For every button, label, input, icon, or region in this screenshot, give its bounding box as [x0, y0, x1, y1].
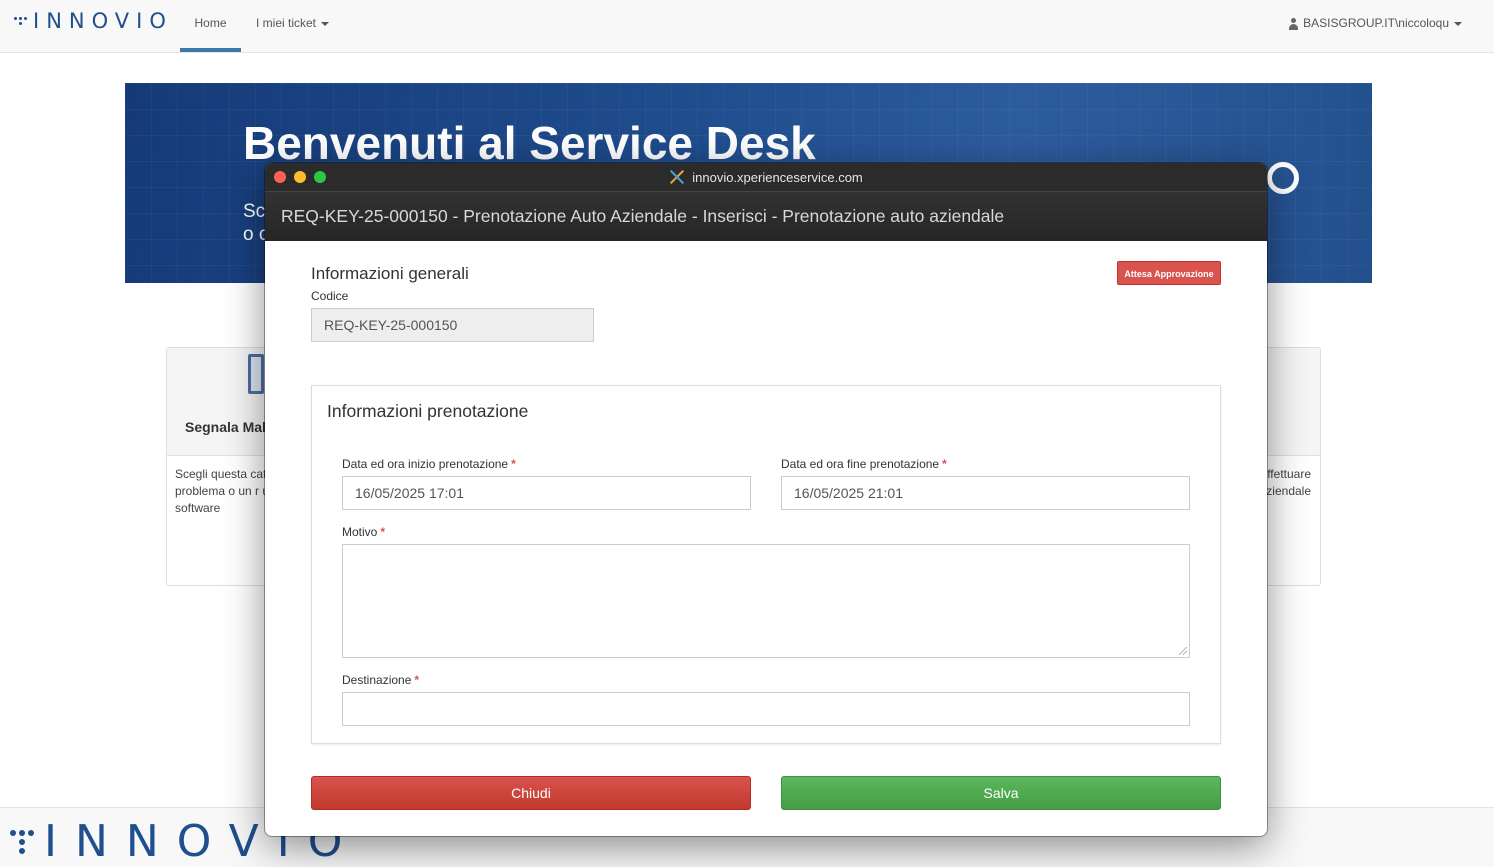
user-name: BASISGROUP.IT\niccoloqu: [1303, 16, 1449, 30]
logo-text: INNOVIO: [33, 9, 173, 33]
booking-modal-window: innovio.xperienceservice.com REQ-KEY-25-…: [265, 163, 1267, 836]
window-url: innovio.xperienceservice.com: [692, 169, 863, 185]
caret-down-icon: [321, 21, 330, 26]
start-datetime-label: Data ed ora inizio prenotazione *: [342, 457, 516, 471]
logo-dots-icon: [10, 830, 34, 854]
window-titlebar[interactable]: innovio.xperienceservice.com: [265, 163, 1267, 191]
status-badge: Attesa Approvazione: [1117, 261, 1221, 285]
nav-home-active-indicator: [180, 48, 241, 52]
modal-title: REQ-KEY-25-000150 - Prenotazione Auto Az…: [281, 206, 1005, 226]
xperience-site-icon: [669, 170, 685, 184]
card-description: effettuare aziendale: [1260, 466, 1311, 500]
reason-textarea[interactable]: [342, 544, 1190, 658]
logo-dots-icon: [14, 17, 27, 25]
code-label: Codice: [311, 289, 349, 303]
resize-grip-icon[interactable]: [1179, 647, 1187, 655]
destination-label: Destinazione *: [342, 673, 420, 687]
destination-input[interactable]: [342, 692, 1190, 726]
card-description-line2: aziendale: [1259, 484, 1311, 498]
end-datetime-input[interactable]: 16/05/2025 21:01: [781, 476, 1190, 510]
modal-header: REQ-KEY-25-000150 - Prenotazione Auto Az…: [265, 191, 1267, 241]
hero-ring-icon: [1267, 162, 1299, 194]
innovio-logo[interactable]: INNOVIO: [14, 8, 173, 34]
card-description-line1: effettuare: [1260, 467, 1311, 481]
code-field: REQ-KEY-25-000150: [311, 308, 594, 342]
top-navbar: INNOVIO Home I miei ticket BASISGROUP.IT…: [0, 0, 1494, 53]
report-document-icon: [248, 354, 264, 394]
user-icon: [1288, 17, 1299, 30]
nav-my-tickets-label: I miei ticket: [256, 16, 317, 30]
close-button[interactable]: Chiudi: [311, 776, 751, 810]
required-asterisk: *: [511, 457, 516, 471]
hero-title: Benvenuti al Service Desk: [243, 117, 816, 169]
nav-my-tickets-dropdown[interactable]: I miei ticket: [256, 0, 330, 53]
booking-info-heading: Informazioni prenotazione: [327, 401, 529, 421]
required-asterisk: *: [414, 673, 420, 687]
required-asterisk: *: [942, 457, 947, 471]
card-title: Segnala Mal: [185, 419, 266, 435]
end-datetime-label: Data ed ora fine prenotazione *: [781, 457, 947, 471]
reason-label: Motivo *: [342, 525, 386, 539]
nav-home[interactable]: Home: [180, 0, 241, 53]
user-menu-dropdown[interactable]: BASISGROUP.IT\niccoloqu: [1288, 0, 1462, 47]
start-datetime-input[interactable]: 16/05/2025 17:01: [342, 476, 751, 510]
window-url-area: innovio.xperienceservice.com: [265, 163, 1267, 191]
general-info-heading: Informazioni generali: [311, 264, 469, 283]
save-button[interactable]: Salva: [781, 776, 1221, 810]
caret-down-icon: [1454, 21, 1462, 26]
hero-subtitle-line1: Sc: [243, 201, 266, 222]
booking-info-panel: Informazioni prenotazione Data ed ora in…: [311, 385, 1221, 744]
required-asterisk: *: [380, 525, 386, 539]
